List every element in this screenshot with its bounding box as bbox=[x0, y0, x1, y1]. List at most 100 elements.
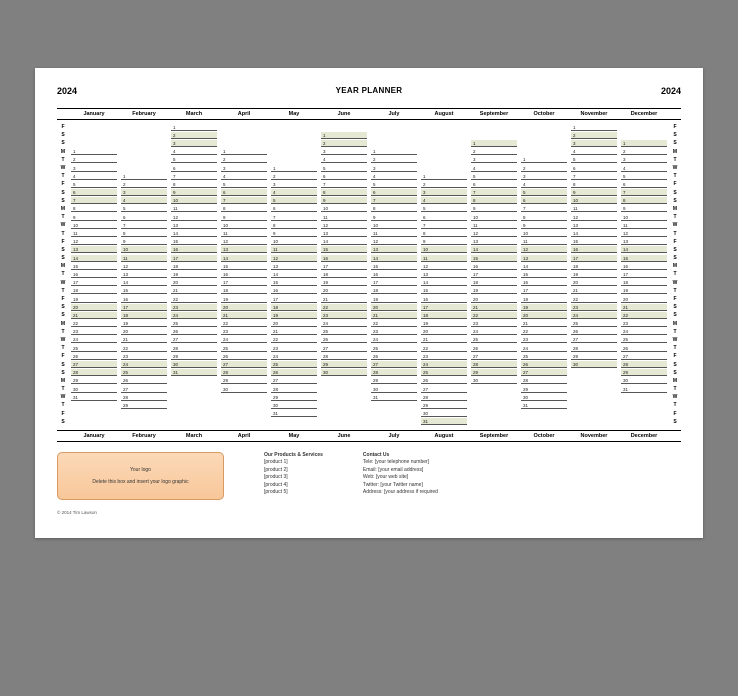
day-cell: 9 bbox=[171, 189, 217, 196]
day-cell: 7 bbox=[171, 173, 217, 180]
day-cell: 22 bbox=[421, 345, 467, 352]
day-cell: 18 bbox=[121, 312, 167, 319]
day-letter-right: F bbox=[669, 296, 681, 302]
day-cell: 23 bbox=[571, 304, 617, 311]
day-cell bbox=[571, 402, 617, 409]
day-cell: 4 bbox=[571, 148, 617, 155]
day-cell: 30 bbox=[621, 377, 667, 384]
day-cell: 21 bbox=[171, 287, 217, 294]
day-cell: 10 bbox=[71, 222, 117, 229]
day-cell bbox=[571, 418, 617, 425]
contact-email: Email: [your email address] bbox=[363, 467, 438, 475]
day-cell bbox=[321, 418, 367, 425]
day-cell: 29 bbox=[471, 369, 517, 376]
day-cell: 5 bbox=[521, 189, 567, 196]
day-cell: 5 bbox=[571, 156, 617, 163]
day-cell: 4 bbox=[271, 189, 317, 196]
day-letter-right: S bbox=[669, 140, 681, 146]
day-cell: 25 bbox=[71, 345, 117, 352]
day-cell: 15 bbox=[271, 279, 317, 286]
day-cell: 28 bbox=[371, 369, 417, 376]
grid-row: W10713108121071191311W bbox=[57, 221, 681, 229]
grid-row: S2825312826302825292729S bbox=[57, 369, 681, 377]
day-cell: 26 bbox=[171, 328, 217, 335]
day-cell: 15 bbox=[321, 246, 367, 253]
day-letter-left: W bbox=[57, 222, 69, 228]
day-letter-left: F bbox=[57, 353, 69, 359]
day-cell: 11 bbox=[521, 238, 567, 245]
day-cell: 19 bbox=[221, 296, 267, 303]
day-cell: 21 bbox=[321, 296, 367, 303]
day-letter-left: M bbox=[57, 263, 69, 269]
day-cell: 15 bbox=[421, 287, 467, 294]
day-letter-right: T bbox=[669, 271, 681, 277]
day-cell: 1 bbox=[621, 140, 667, 147]
day-cell: 20 bbox=[521, 312, 567, 319]
day-cell: 1 bbox=[321, 132, 367, 139]
day-cell: 3 bbox=[171, 140, 217, 147]
grid-row: W171420171519171418162018W bbox=[57, 279, 681, 287]
day-cell: 14 bbox=[421, 279, 467, 286]
day-cell: 4 bbox=[121, 197, 167, 204]
day-letter-right: S bbox=[669, 190, 681, 196]
day-cell: 4 bbox=[171, 148, 217, 155]
day-cell: 2 bbox=[121, 181, 167, 188]
day-cell: 28 bbox=[321, 353, 367, 360]
grid-row: S32131S bbox=[57, 139, 681, 147]
day-letter-right: S bbox=[669, 304, 681, 310]
day-cell: 16 bbox=[371, 271, 417, 278]
day-cell: 5 bbox=[471, 173, 517, 180]
day-cell: 8 bbox=[171, 181, 217, 188]
day-letter-right: T bbox=[669, 214, 681, 220]
day-cell: 6 bbox=[321, 173, 367, 180]
day-cell: 31 bbox=[621, 386, 667, 393]
day-cell: 5 bbox=[371, 181, 417, 188]
month-header: April bbox=[219, 433, 269, 439]
day-cell: 28 bbox=[521, 377, 567, 384]
day-cell bbox=[421, 140, 467, 147]
grid-row: S131016131115131014121614S bbox=[57, 246, 681, 254]
day-cell: 9 bbox=[71, 214, 117, 221]
month-header: March bbox=[169, 433, 219, 439]
day-letter-right: S bbox=[669, 247, 681, 253]
day-cell: 30 bbox=[71, 386, 117, 393]
day-letter-right: W bbox=[669, 222, 681, 228]
day-cell: 2 bbox=[421, 181, 467, 188]
day-cell: 29 bbox=[621, 369, 667, 376]
day-cell: 15 bbox=[621, 255, 667, 262]
day-cell: 4 bbox=[321, 156, 367, 163]
grid-row: M151218151317151216141816M bbox=[57, 262, 681, 270]
day-cell bbox=[571, 394, 617, 401]
day-letter-right: M bbox=[669, 321, 681, 327]
day-cell: 22 bbox=[71, 320, 117, 327]
day-cell: 21 bbox=[121, 336, 167, 343]
day-cell: 17 bbox=[371, 279, 417, 286]
month-header: August bbox=[419, 111, 469, 117]
day-letter-right: S bbox=[669, 419, 681, 425]
day-cell: 25 bbox=[421, 369, 467, 376]
grid-row: S639648637597S bbox=[57, 189, 681, 197]
day-letter-left: M bbox=[57, 149, 69, 155]
day-letter-left: S bbox=[57, 132, 69, 138]
day-letter-right: S bbox=[669, 255, 681, 261]
grid-row: T118141191311812101412T bbox=[57, 229, 681, 237]
day-letter-left: T bbox=[57, 173, 69, 179]
day-cell: 3 bbox=[421, 189, 467, 196]
day-cell: 9 bbox=[571, 189, 617, 196]
day-cell: 14 bbox=[271, 271, 317, 278]
day-cell: 27 bbox=[521, 369, 567, 376]
day-cell: 25 bbox=[571, 320, 617, 327]
day-cell: 6 bbox=[371, 189, 417, 196]
product-4: [product 4] bbox=[264, 482, 323, 490]
day-cell: 31 bbox=[171, 369, 217, 376]
day-cell: 9 bbox=[221, 214, 267, 221]
day-cell: 16 bbox=[421, 296, 467, 303]
day-cell: 23 bbox=[121, 353, 167, 360]
day-cell: 13 bbox=[571, 222, 617, 229]
day-cell: 6 bbox=[271, 205, 317, 212]
day-cell: 24 bbox=[321, 320, 367, 327]
contact-address: Address: [your address if required bbox=[363, 489, 438, 497]
day-cell: 22 bbox=[471, 312, 517, 319]
day-cell: 30 bbox=[321, 369, 367, 376]
day-cell: 4 bbox=[621, 165, 667, 172]
